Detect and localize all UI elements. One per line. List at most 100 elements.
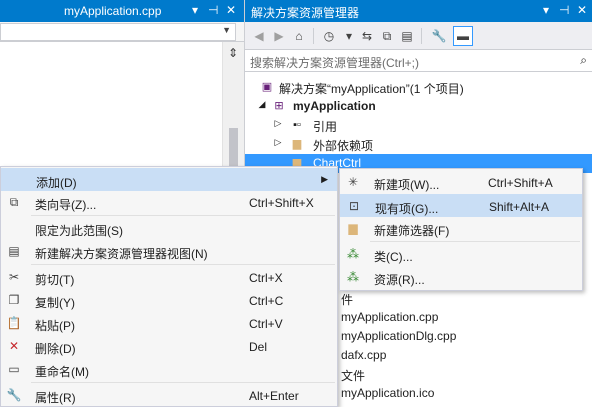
menu-item-label: 新建筛选器(F)	[374, 224, 450, 238]
close-icon[interactable]: ✕	[577, 3, 587, 17]
menu-item-delete[interactable]: ✕ 删除(D) Del	[1, 335, 337, 358]
collapsed-arrow-icon[interactable]: ▷	[273, 137, 283, 148]
menu-item-scope[interactable]: 限定为此范围(S)	[1, 217, 337, 240]
expanded-arrow-icon[interactable]: ◢	[257, 99, 267, 110]
properties-wrench-icon[interactable]: 🔧	[429, 26, 449, 46]
existing-item-icon: ⊡	[348, 199, 360, 213]
menu-item-label: 重命名(M)	[35, 365, 89, 379]
properties-icon: 🔧	[6, 388, 22, 402]
class-icon: ⁂	[347, 247, 359, 261]
dropdown-icon[interactable]: ▾	[543, 3, 549, 17]
tree-item-references[interactable]: ▷ ▪▫ 引用	[245, 116, 592, 135]
menu-item-new-view[interactable]: ▤ 新建解决方案资源管理器视图(N)	[1, 240, 337, 263]
menu-item-shortcut: Del	[249, 340, 268, 354]
submenu-item-existing-item[interactable]: ⊡ 现有项(G)... Shift+Alt+A	[340, 194, 582, 217]
tree-item-label: 解决方案“myApplication”(1 个项目)	[279, 82, 464, 96]
menu-item-shortcut: Alt+Enter	[249, 389, 299, 403]
menu-item-label: 剪切(T)	[35, 273, 75, 287]
collapse-all-icon[interactable]: ⧉	[377, 26, 397, 46]
pending-changes-icon[interactable]: ◷	[319, 26, 339, 46]
menu-item-label: 类向导(Z)...	[35, 198, 97, 212]
submenu-item-new-filter[interactable]: ▆ 新建筛选器(F)	[340, 217, 582, 240]
member-dropdown[interactable]: ▼	[0, 23, 236, 41]
chevron-down-icon[interactable]: ▾	[339, 26, 359, 46]
menu-item-label: 类(C)...	[374, 250, 413, 264]
panel-title: 解决方案资源管理器	[251, 6, 360, 20]
references-icon: ▪▫	[293, 119, 301, 131]
menu-item-label: 删除(D)	[35, 342, 76, 356]
menu-item-shortcut: Ctrl+Shift+X	[249, 196, 314, 210]
add-submenu: ✳ 新建项(W)... Ctrl+Shift+A ⊡ 现有项(G)... Shi…	[339, 168, 583, 291]
menu-item-label: 属性(R)	[35, 391, 76, 405]
menu-item-label: 资源(R)...	[374, 273, 425, 287]
home-icon[interactable]: ⌂	[289, 26, 309, 46]
menu-item-properties[interactable]: 🔧 属性(R) Alt+Enter	[1, 384, 337, 407]
menu-item-rename[interactable]: ▭ 重命名(M)	[1, 358, 337, 381]
split-icon[interactable]: ⇕	[228, 46, 238, 60]
tree-item-external-deps[interactable]: ▷ ▆ 外部依赖项	[245, 135, 592, 154]
menu-separator	[31, 264, 335, 265]
submenu-item-resource[interactable]: ⁂ 资源(R)...	[340, 266, 582, 289]
scrollbar-thumb[interactable]	[229, 128, 238, 168]
menu-item-add[interactable]: 添加(D) ▶	[1, 168, 337, 191]
collapsed-arrow-icon[interactable]: ▷	[273, 118, 283, 129]
folder-icon: ▆	[292, 138, 302, 150]
menu-separator	[31, 382, 335, 383]
submenu-item-new-item[interactable]: ✳ 新建项(W)... Ctrl+Shift+A	[340, 171, 582, 194]
chevron-down-icon: ▼	[222, 25, 231, 35]
submenu-item-class[interactable]: ⁂ 类(C)...	[340, 243, 582, 266]
editor-tab-title[interactable]: myApplication.cpp	[64, 4, 161, 18]
menu-item-label: 新建解决方案资源管理器视图(N)	[35, 247, 208, 261]
show-all-files-icon[interactable]: ▤	[397, 26, 417, 46]
delete-icon: ✕	[8, 339, 20, 353]
menu-item-label: 复制(Y)	[35, 296, 75, 310]
tab-close-icon[interactable]: ✕	[226, 3, 236, 17]
tree-item-label: myApplication	[293, 99, 376, 113]
tree-item-label: 件	[341, 293, 354, 307]
editor-tab[interactable]: myApplication.cpp ▾ ⊣ ✕	[0, 0, 244, 22]
tree-item-label: 引用	[313, 120, 338, 134]
menu-item-cut[interactable]: ✂ 剪切(T) Ctrl+X	[1, 266, 337, 289]
new-view-icon: ▤	[8, 244, 20, 258]
context-menu: 添加(D) ▶ ⧉ 类向导(Z)... Ctrl+Shift+X 限定为此范围(…	[0, 166, 338, 407]
menu-item-label: 粘贴(P)	[35, 319, 75, 333]
sync-icon[interactable]: ⇆	[357, 26, 377, 46]
menu-item-label: 现有项(G)...	[375, 202, 439, 216]
tab-pin-icon[interactable]: ⊣	[208, 3, 218, 17]
submenu-arrow-icon: ▶	[321, 174, 328, 184]
menu-item-label: 限定为此范围(S)	[35, 224, 123, 238]
new-item-icon: ✳	[347, 175, 359, 189]
menu-separator	[370, 241, 580, 242]
menu-item-shortcut: Ctrl+C	[249, 294, 284, 308]
editor-scrollbar[interactable]: ⇕	[222, 42, 244, 170]
paste-icon: 📋	[6, 316, 22, 330]
menu-item-copy[interactable]: ❐ 复制(Y) Ctrl+C	[1, 289, 337, 312]
preview-icon[interactable]: ▬	[453, 26, 473, 46]
menu-item-class-wizard[interactable]: ⧉ 类向导(Z)... Ctrl+Shift+X	[1, 191, 337, 214]
tree-item-project[interactable]: ◢ ⊞ myApplication	[245, 97, 592, 116]
code-editor[interactable]	[0, 42, 222, 170]
menu-separator	[31, 215, 335, 216]
solution-explorer-titlebar: 解决方案资源管理器 ▾ ⊣ ✕	[245, 0, 592, 22]
pin-icon[interactable]: ⊣	[559, 3, 569, 17]
search-placeholder: 搜索解决方案资源管理器(Ctrl+;)	[250, 56, 419, 70]
tree-item-label: myApplicationDlg.cpp	[341, 329, 457, 343]
copy-icon: ❐	[8, 293, 20, 307]
tree-item-label: myApplication.ico	[341, 386, 435, 400]
search-icon[interactable]: ⌕	[580, 53, 587, 68]
tab-dropdown-icon[interactable]: ▾	[192, 3, 198, 17]
cut-icon: ✂	[8, 270, 20, 284]
solution-search-box[interactable]: 搜索解决方案资源管理器(Ctrl+;) ⌕	[245, 50, 592, 72]
tree-item-solution[interactable]: ▣ 解决方案“myApplication”(1 个项目)	[245, 78, 592, 97]
menu-item-paste[interactable]: 📋 粘贴(P) Ctrl+V	[1, 312, 337, 335]
resource-icon: ⁂	[347, 270, 359, 284]
tree-item-label: dafx.cpp	[341, 348, 387, 362]
menu-item-shortcut: Ctrl+V	[249, 317, 283, 331]
forward-icon[interactable]: ▶	[269, 26, 289, 46]
editor-nav-bar: ▼	[0, 22, 244, 42]
class-wizard-icon: ⧉	[9, 195, 19, 209]
rename-icon: ▭	[8, 362, 20, 376]
back-icon[interactable]: ◀	[249, 26, 269, 46]
menu-item-shortcut: Shift+Alt+A	[489, 200, 550, 214]
menu-item-shortcut: Ctrl+X	[249, 271, 283, 285]
